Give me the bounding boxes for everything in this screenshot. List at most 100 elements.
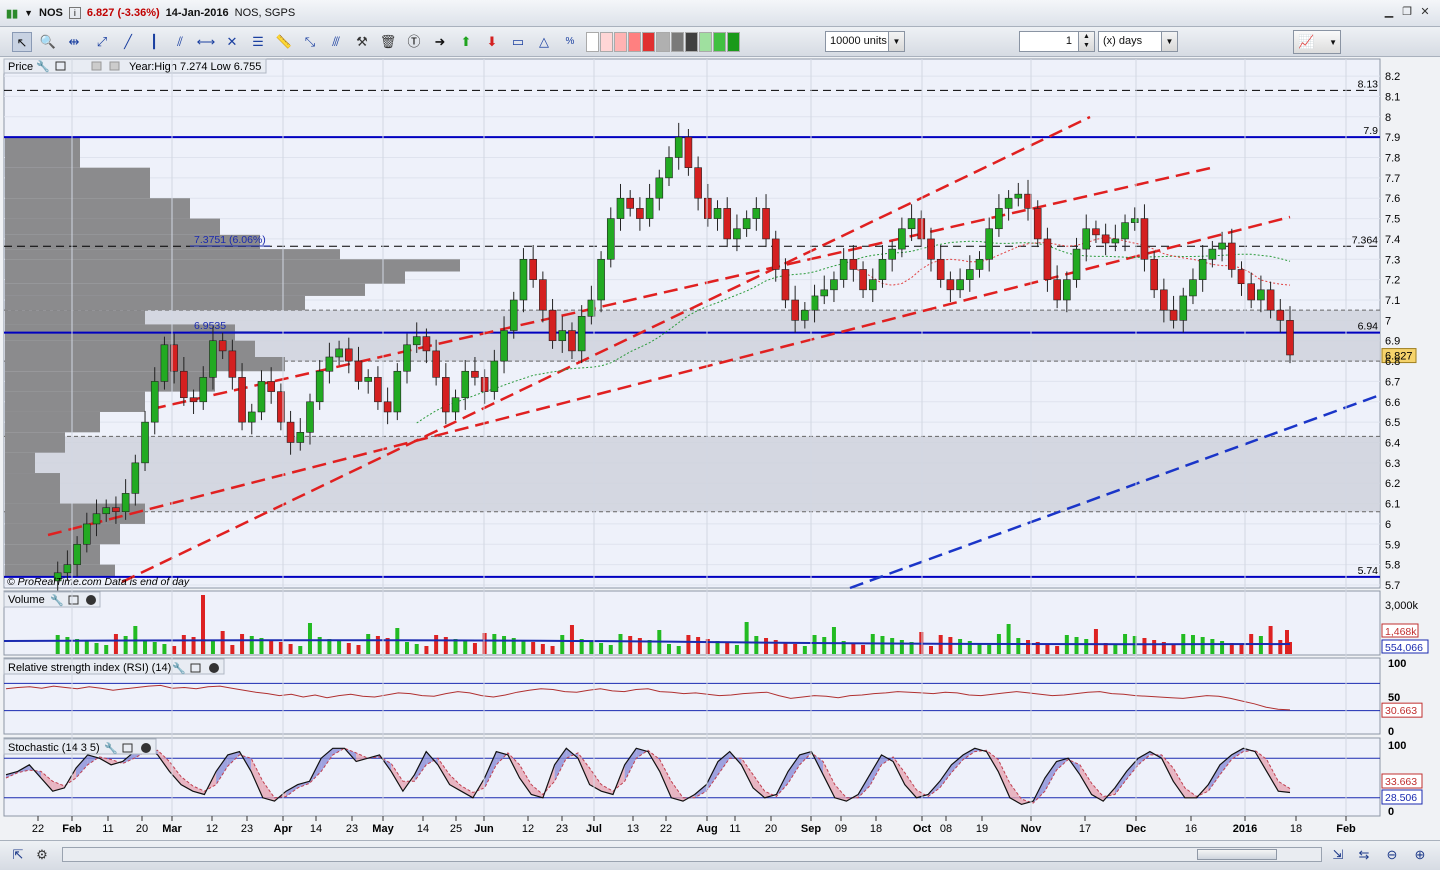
candle-up[interactable]: [412, 336, 421, 346]
candle-down[interactable]: [1033, 208, 1042, 240]
chart-svg[interactable]: 8.13 7.9 7.364 6.94 5.74 7.3751 (6.06%) 6.9535…: [0, 57, 1440, 840]
candle-up[interactable]: [674, 136, 683, 158]
candle-up[interactable]: [801, 309, 809, 321]
candle-down[interactable]: [927, 238, 935, 260]
restore-icon[interactable]: ❐: [1400, 5, 1414, 19]
candle-up[interactable]: [92, 513, 101, 525]
close-panel-icon[interactable]: [86, 595, 96, 605]
triangle-tool-icon[interactable]: △: [534, 32, 554, 52]
stepper-arrows-icon[interactable]: ▲ ▼: [1078, 32, 1094, 51]
parallel-tool-icon[interactable]: ⫻: [326, 32, 346, 52]
vertical-line-tool-icon[interactable]: ┃: [144, 32, 164, 52]
candle-up[interactable]: [315, 370, 324, 403]
candle-up[interactable]: [898, 228, 906, 250]
candle-down[interactable]: [626, 197, 634, 209]
candle-down[interactable]: [112, 507, 120, 513]
trash-icon[interactable]: 🗑: [378, 32, 398, 52]
candle-up[interactable]: [830, 279, 838, 291]
candle-up[interactable]: [655, 177, 664, 199]
candle-down[interactable]: [180, 370, 188, 399]
candle-up[interactable]: [995, 208, 1003, 230]
info-icon[interactable]: i: [68, 7, 81, 19]
candle-up[interactable]: [1198, 258, 1207, 280]
symbol-menu-arrow[interactable]: ▼: [24, 8, 33, 18]
candle-down[interactable]: [1043, 238, 1052, 280]
fibonacci-tool-icon[interactable]: ☰: [248, 32, 268, 52]
cursor-mode-icon[interactable]: ⇱: [8, 845, 28, 865]
candle-down[interactable]: [781, 269, 790, 301]
candle-up[interactable]: [199, 377, 208, 403]
trendline-tool-icon[interactable]: ⤢: [92, 32, 112, 52]
candle-down[interactable]: [1053, 279, 1061, 301]
candle-down[interactable]: [539, 279, 547, 311]
candle-down[interactable]: [189, 397, 198, 403]
zoom-in-icon[interactable]: ⊕: [1410, 845, 1430, 865]
right-arrow-tool-icon[interactable]: ➜: [430, 32, 450, 52]
candle-up[interactable]: [616, 197, 625, 219]
chart-area[interactable]: 8.13 7.9 7.364 6.94 5.74 7.3751 (6.06%) 6.9535…: [0, 57, 1440, 840]
minimize-icon[interactable]: ▁: [1382, 5, 1396, 19]
candle-down[interactable]: [568, 330, 576, 352]
pointer-tool-icon[interactable]: ↖: [12, 32, 32, 52]
channel-tool-icon[interactable]: ⫽: [170, 32, 190, 52]
candle-up[interactable]: [752, 208, 761, 219]
candle-up[interactable]: [1208, 248, 1217, 260]
wrench-icon[interactable]: 🔧: [36, 59, 50, 73]
zoom-tool-icon[interactable]: 🔍: [38, 32, 58, 52]
up-arrow-tool-icon[interactable]: ⬆: [456, 32, 476, 52]
candle-down[interactable]: [383, 401, 392, 413]
candle-up[interactable]: [810, 295, 819, 311]
candle-down[interactable]: [1276, 309, 1285, 321]
tools-icon[interactable]: ⚒: [352, 32, 372, 52]
candle-down[interactable]: [791, 299, 799, 321]
candle-down[interactable]: [1266, 289, 1275, 311]
candle-up[interactable]: [393, 370, 402, 413]
candle-down[interactable]: [704, 197, 712, 219]
candle-down[interactable]: [694, 167, 702, 199]
candle-up[interactable]: [364, 377, 373, 382]
candle-down[interactable]: [529, 258, 537, 280]
candle-up[interactable]: [1189, 279, 1197, 297]
candle-down[interactable]: [1237, 269, 1246, 285]
candle-down[interactable]: [354, 360, 363, 382]
candle-up[interactable]: [839, 258, 848, 280]
candle-up[interactable]: [985, 228, 994, 260]
candle-down[interactable]: [771, 238, 780, 270]
candle-up[interactable]: [606, 218, 615, 260]
wrench-icon[interactable]: 🔧: [50, 593, 64, 607]
candle-up[interactable]: [1179, 295, 1188, 321]
candle-up[interactable]: [742, 218, 751, 230]
candle-down[interactable]: [218, 340, 227, 352]
candle-up[interactable]: [247, 411, 256, 423]
candle-up[interactable]: [509, 299, 518, 331]
candle-down[interactable]: [1024, 193, 1032, 209]
candle-up[interactable]: [325, 356, 334, 372]
horizontal-arrow-tool-icon[interactable]: ⇹: [64, 32, 84, 52]
candle-up[interactable]: [131, 462, 140, 494]
candle-up[interactable]: [1063, 279, 1071, 301]
candle-up[interactable]: [490, 360, 499, 392]
candle-down[interactable]: [374, 377, 382, 403]
candle-down[interactable]: [228, 350, 237, 378]
wrench-icon[interactable]: 🔧: [104, 741, 118, 755]
candle-down[interactable]: [1247, 283, 1255, 301]
candle-up[interactable]: [878, 258, 887, 280]
candle-up[interactable]: [1121, 222, 1129, 240]
candle-up[interactable]: [868, 279, 877, 291]
rectangle-tool-icon[interactable]: ▭: [508, 32, 528, 52]
candle-up[interactable]: [160, 344, 169, 382]
candle-up[interactable]: [665, 157, 673, 179]
candle-down[interactable]: [1227, 242, 1236, 270]
horizontal-line-tool-icon[interactable]: ⟷: [196, 32, 216, 52]
close-panel-icon[interactable]: [209, 663, 219, 673]
candle-up[interactable]: [121, 493, 130, 513]
candle-up[interactable]: [645, 197, 654, 219]
color-palette[interactable]: [586, 32, 740, 52]
candle-down[interactable]: [480, 377, 489, 392]
candle-down[interactable]: [1169, 309, 1178, 321]
arrow-diagonal-tool-icon[interactable]: ⤡: [300, 32, 320, 52]
lock-icon[interactable]: [109, 61, 120, 71]
candle-up[interactable]: [820, 289, 829, 297]
candle-up[interactable]: [558, 330, 567, 342]
candle-up[interactable]: [733, 228, 741, 240]
